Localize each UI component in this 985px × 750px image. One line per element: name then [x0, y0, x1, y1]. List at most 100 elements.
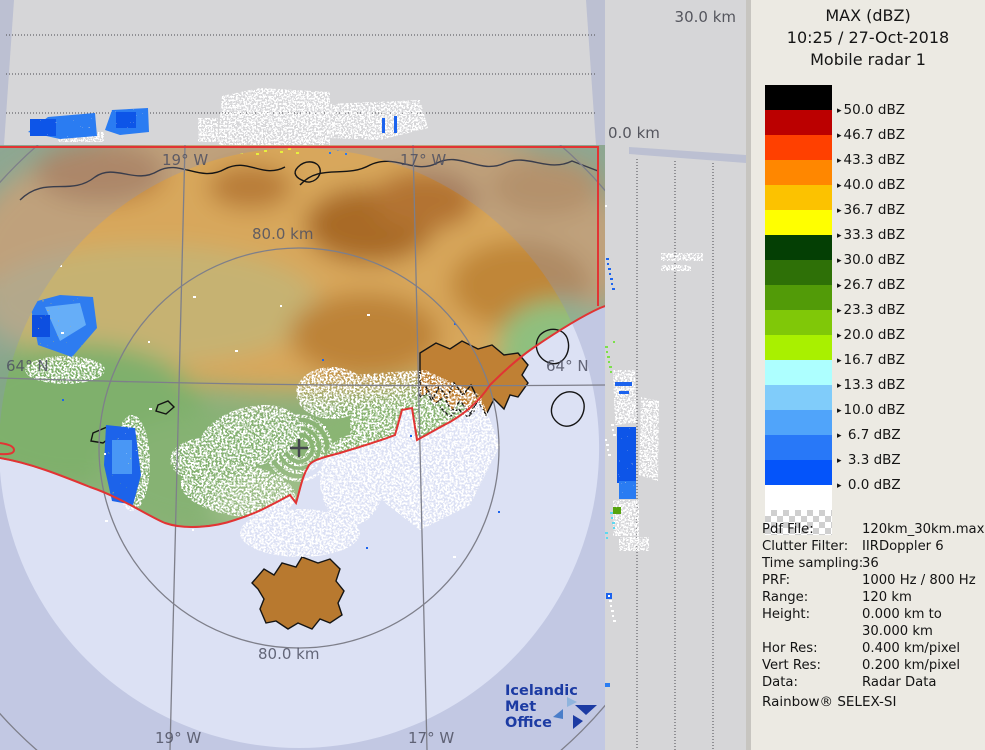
metadata-value: 120km_30km.max	[862, 521, 984, 538]
scan-datetime: 10:25 / 27-Oct-2018	[751, 27, 985, 49]
metadata-label: Clutter Filter:	[762, 538, 862, 555]
range-ring-label-bottom: 80.0 km	[258, 645, 319, 663]
metadata-row: Hor Res:0.400 km/pixel	[762, 640, 984, 657]
metadata-label: PRF:	[762, 572, 862, 589]
metadata-row: Height:0.000 km to	[762, 606, 984, 623]
longitude-east-label-top: 17° W	[400, 151, 446, 169]
scale-tick-arrow-icon: ▸	[837, 431, 842, 441]
scale-swatch	[765, 410, 832, 435]
scale-label: ▸13.3 dBZ	[837, 377, 967, 393]
scale-label: ▸40.0 dBZ	[837, 177, 967, 193]
scale-swatch	[765, 310, 832, 335]
scale-swatch	[765, 135, 832, 160]
scale-swatch	[765, 360, 832, 385]
metadata-label: Pdf File:	[762, 521, 862, 538]
scale-tick-arrow-icon: ▸	[837, 231, 842, 241]
metadata-row: PRF:1000 Hz / 800 Hz	[762, 572, 984, 589]
radar-name: Mobile radar 1	[751, 49, 985, 71]
scale-tick-arrow-icon: ▸	[837, 306, 842, 316]
scale-tick-arrow-icon: ▸	[837, 106, 842, 116]
scale-swatch	[765, 435, 832, 460]
radar-map-panel[interactable]: 80.0 km 80.0 km 64° N 64° N 19° W 17° W …	[0, 145, 605, 750]
radar-display-window: 30.0 km 0.0 km	[0, 0, 985, 750]
scale-swatch	[765, 185, 832, 210]
scale-tick-arrow-icon: ▸	[837, 456, 842, 466]
scale-swatch	[765, 260, 832, 285]
metadata-row: Clutter Filter:IIRDoppler 6	[762, 538, 984, 555]
height-axis-corner-panel: 30.0 km 0.0 km	[605, 0, 746, 145]
sidebar-titles: MAX (dBZ) 10:25 / 27-Oct-2018 Mobile rad…	[751, 5, 985, 71]
height-axis-min-label: 0.0 km	[608, 124, 660, 142]
latitude-label-right: 64° N	[546, 357, 589, 375]
metadata-label: Hor Res:	[762, 640, 862, 657]
logo-triangles-icon	[545, 697, 597, 731]
scale-label: ▸ 0.0 dBZ	[837, 477, 967, 493]
scale-tick-arrow-icon: ▸	[837, 281, 842, 291]
metadata-value: 0.200 km/pixel	[862, 657, 984, 674]
metadata-row: Range:120 km	[762, 589, 984, 606]
scale-tick-arrow-icon: ▸	[837, 131, 842, 141]
software-brand: Rainbow® SELEX-SI	[762, 694, 896, 710]
scale-tick-arrow-icon: ▸	[837, 181, 842, 191]
scale-swatch	[765, 335, 832, 360]
metadata-row: Vert Res:0.200 km/pixel	[762, 657, 984, 674]
legend-sidebar: MAX (dBZ) 10:25 / 27-Oct-2018 Mobile rad…	[746, 0, 985, 750]
product-metadata: Pdf File:120km_30km.maxClutter Filter:II…	[762, 521, 984, 691]
scale-swatch	[765, 110, 832, 135]
longitude-west-label-top: 19° W	[162, 151, 208, 169]
top-profile-canvas	[0, 0, 605, 145]
right-height-profile-panel[interactable]	[605, 145, 746, 750]
metadata-value: 120 km	[862, 589, 984, 606]
metadata-label: Range:	[762, 589, 862, 606]
scale-swatch	[765, 210, 832, 235]
metadata-value: 0.400 km/pixel	[862, 640, 984, 657]
scale-label: ▸43.3 dBZ	[837, 152, 967, 168]
scale-label: ▸46.7 dBZ	[837, 127, 967, 143]
scale-tick-arrow-icon: ▸	[837, 331, 842, 341]
product-title: MAX (dBZ)	[751, 5, 985, 27]
metadata-row: Time sampling:36	[762, 555, 984, 572]
scale-swatch	[765, 160, 832, 185]
icelandic-met-office-logo: Icelandic Met Office	[505, 683, 600, 731]
top-height-profile-panel[interactable]	[0, 0, 605, 145]
scale-tick-arrow-icon: ▸	[837, 381, 842, 391]
reflectivity-scale: ▸50.0 dBZ ▸46.7 dBZ ▸43.3 dBZ ▸40.0 dBZ ▸36.…	[765, 85, 975, 525]
scale-swatch-below-min	[765, 485, 832, 510]
scale-tick-arrow-icon: ▸	[837, 156, 842, 166]
metadata-value: 30.000 km	[862, 623, 984, 640]
longitude-west-label-bottom: 19° W	[155, 729, 201, 747]
height-axis-max-label: 30.0 km	[675, 8, 736, 26]
scale-swatch	[765, 85, 832, 110]
scale-label: ▸20.0 dBZ	[837, 327, 967, 343]
metadata-label: Data:	[762, 674, 862, 691]
scale-swatch	[765, 385, 832, 410]
scale-label: ▸26.7 dBZ	[837, 277, 967, 293]
scale-label: ▸33.3 dBZ	[837, 227, 967, 243]
range-ring-label-top: 80.0 km	[252, 225, 313, 243]
scale-swatch	[765, 235, 832, 260]
metadata-label: Height:	[762, 606, 862, 623]
metadata-value: Radar Data	[862, 674, 984, 691]
right-profile-canvas	[605, 145, 746, 750]
scale-tick-arrow-icon: ▸	[837, 256, 842, 266]
scale-label: ▸23.3 dBZ	[837, 302, 967, 318]
scale-label: ▸30.0 dBZ	[837, 252, 967, 268]
scan-edge-wedge	[629, 147, 746, 163]
scale-label: ▸ 3.3 dBZ	[837, 452, 967, 468]
scale-swatch	[765, 285, 832, 310]
metadata-value: 36	[862, 555, 984, 572]
latitude-label-left: 64° N	[6, 357, 49, 375]
scale-tick-arrow-icon: ▸	[837, 481, 842, 491]
scale-tick-arrow-icon: ▸	[837, 206, 842, 216]
metadata-label: Vert Res:	[762, 657, 862, 674]
scale-label: ▸ 6.7 dBZ	[837, 427, 967, 443]
metadata-value: IIRDoppler 6	[862, 538, 984, 555]
longitude-east-label-bottom: 17° W	[408, 729, 454, 747]
scale-label: ▸36.7 dBZ	[837, 202, 967, 218]
metadata-row: 30.000 km	[762, 623, 984, 640]
scale-label: ▸16.7 dBZ	[837, 352, 967, 368]
metadata-row: Data:Radar Data	[762, 674, 984, 691]
metadata-row: Pdf File:120km_30km.max	[762, 521, 984, 538]
scale-label: ▸50.0 dBZ	[837, 102, 967, 118]
metadata-value: 0.000 km to	[862, 606, 984, 623]
